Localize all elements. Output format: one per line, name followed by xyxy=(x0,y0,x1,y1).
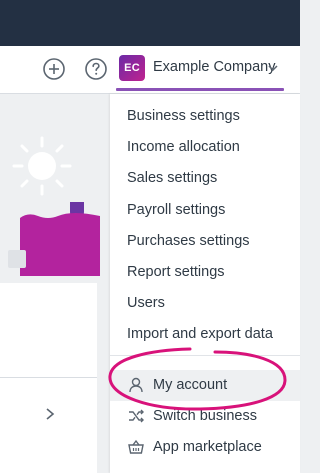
user-icon xyxy=(127,376,145,394)
menu-item-business-settings[interactable]: Business settings xyxy=(127,108,240,124)
content-card xyxy=(0,283,97,473)
chevron-down-icon[interactable] xyxy=(267,61,279,73)
menu-item-app-marketplace[interactable]: App marketplace xyxy=(153,439,262,455)
menu-divider xyxy=(110,355,300,356)
plus-circle-icon[interactable] xyxy=(42,57,66,81)
menu-item-import-export-data[interactable]: Import and export data xyxy=(127,326,273,342)
company-avatar[interactable]: EC xyxy=(119,55,145,81)
menu-item-switch-business[interactable]: Switch business xyxy=(153,408,257,424)
top-navigation-bar xyxy=(0,0,300,46)
chevron-right-icon[interactable] xyxy=(44,407,56,421)
menu-item-payroll-settings[interactable]: Payroll settings xyxy=(127,202,225,218)
dashboard-illustration xyxy=(8,136,100,276)
company-settings-menu: Business settings Income allocation Sale… xyxy=(110,94,300,473)
basket-icon xyxy=(127,438,145,456)
divider xyxy=(0,377,97,378)
company-switcher-label[interactable]: Example Company xyxy=(153,59,276,75)
menu-item-my-account[interactable]: My account xyxy=(153,377,227,393)
help-circle-icon[interactable] xyxy=(84,57,108,81)
menu-item-report-settings[interactable]: Report settings xyxy=(127,264,225,280)
menu-item-users[interactable]: Users xyxy=(127,295,165,311)
menu-item-sales-settings[interactable]: Sales settings xyxy=(127,170,217,186)
company-switcher-active-indicator xyxy=(116,88,284,91)
menu-item-income-allocation[interactable]: Income allocation xyxy=(127,139,240,155)
menu-item-purchases-settings[interactable]: Purchases settings xyxy=(127,233,250,249)
shuffle-icon xyxy=(127,407,145,425)
